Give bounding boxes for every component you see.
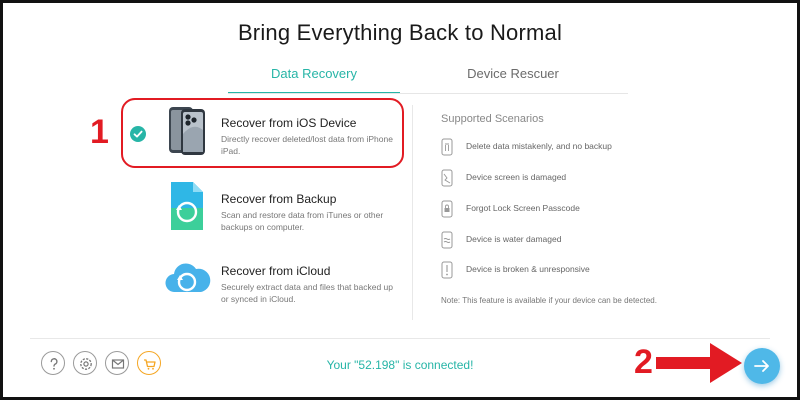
option-description: Scan and restore data from iTunes or oth… [221, 210, 384, 232]
option-title: Recover from iCloud [221, 264, 331, 278]
scenario-label: Device is broken & unresponsive [466, 264, 590, 274]
annotation-arrow-icon [656, 343, 742, 383]
iphone-icon [163, 104, 211, 156]
scenario-label: Delete data mistakenly, and no backup [466, 141, 612, 151]
option-recover-icloud[interactable]: Recover from iCloud Securely extract dat… [125, 248, 405, 310]
water-icon [440, 231, 454, 249]
scenario-label: Device screen is damaged [466, 172, 567, 182]
page-title: Bring Everything Back to Normal [237, 20, 563, 45]
backup-file-icon [163, 180, 211, 232]
broken-device-icon [440, 261, 454, 279]
option-description: Securely extract data and files that bac… [221, 282, 393, 304]
column-divider [412, 105, 413, 320]
option-recover-backup[interactable]: Recover from Backup Scan and restore dat… [125, 176, 405, 238]
option-description: Directly recover deleted/lost data from … [221, 134, 393, 156]
selected-check-icon [130, 126, 146, 142]
option-title: Recover from Backup [221, 192, 337, 206]
option-title: Recover from iOS Device [221, 116, 357, 130]
tabs-underline-rule [228, 93, 628, 94]
next-button[interactable] [744, 348, 780, 384]
scenario-label: Forgot Lock Screen Passcode [466, 203, 580, 213]
arrow-right-icon [754, 360, 769, 372]
mode-tabs: Data Recovery Device Rescuer [228, 64, 628, 94]
lock-icon [440, 200, 454, 218]
icloud-icon [163, 252, 211, 304]
trash-icon [440, 138, 454, 156]
scenarios-header: Supported Scenarios [441, 113, 544, 125]
footer-divider [30, 338, 770, 339]
scenarios-note: Note: This feature is available if your … [441, 296, 657, 305]
option-recover-ios-device[interactable]: Recover from iOS Device Directly recover… [125, 100, 405, 162]
scenario-label: Device is water damaged [466, 234, 562, 244]
annotation-step-2: 2 [634, 343, 653, 381]
tab-data-recovery[interactable]: Data Recovery [228, 64, 400, 94]
broken-screen-icon [440, 169, 454, 187]
annotation-step-1: 1 [90, 113, 109, 151]
tab-device-rescuer[interactable]: Device Rescuer [453, 64, 573, 94]
